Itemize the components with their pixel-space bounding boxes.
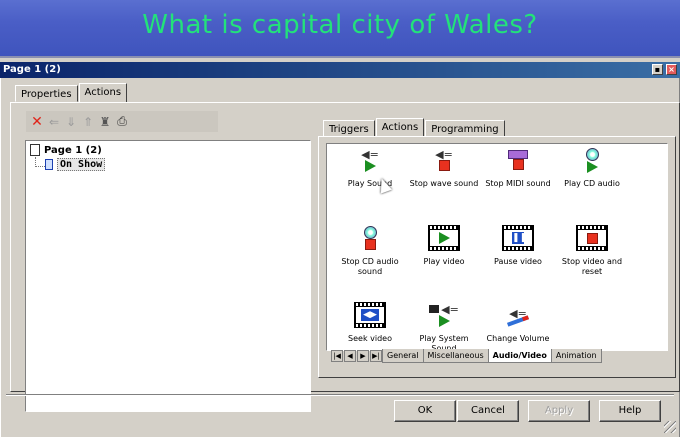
action-label: Change Volume: [486, 334, 550, 343]
category-tabs: |◀ ◀ ▶ ▶| General Miscellaneous Audio/Vi…: [331, 348, 671, 364]
tree-connector: [35, 157, 45, 167]
arrow-up-icon[interactable]: ⇑: [81, 115, 95, 129]
action-play-system-sound[interactable]: ◀= Play System Sound: [406, 299, 482, 354]
action-label: Play Sound: [347, 179, 393, 188]
dialog-window: Properties Actions ✕ ⇐ ⇓ ⇑ ♜ ⎙ Page 1 (2…: [0, 78, 680, 437]
action-label: Stop wave sound: [409, 179, 479, 188]
action-label: Stop MIDI sound: [485, 179, 551, 188]
question-title: What is capital city of Wales?: [142, 10, 538, 40]
minimize-icon[interactable]: ▪: [652, 64, 663, 75]
tree-root-label: Page 1 (2): [44, 144, 102, 156]
resize-grip-icon[interactable]: [664, 421, 676, 433]
cd-stop-icon: [354, 222, 386, 254]
arrow-down-icon[interactable]: ⇓: [64, 115, 78, 129]
action-label: Seek video: [348, 334, 392, 343]
tab-triggers[interactable]: Triggers: [323, 120, 375, 137]
print-icon[interactable]: ⎙: [115, 114, 129, 129]
delete-icon[interactable]: ✕: [30, 114, 44, 130]
tab-audio-video[interactable]: Audio/Video: [487, 349, 552, 363]
main-tabs: Properties Actions: [15, 82, 128, 103]
film-pause-icon: ❚❚: [502, 222, 534, 254]
tab-general[interactable]: General: [382, 349, 424, 363]
action-label: Stop video and reset: [561, 257, 623, 276]
first-tab-icon[interactable]: |◀: [331, 350, 343, 362]
arrow-left-icon[interactable]: ⇐: [47, 115, 61, 129]
action-stop-video[interactable]: Stop video and reset: [554, 222, 630, 277]
action-label: Pause video: [494, 257, 542, 266]
event-icon: [45, 159, 53, 170]
cancel-button[interactable]: Cancel: [457, 400, 519, 422]
film-stop-icon: [576, 222, 608, 254]
action-play-cd[interactable]: Play CD audio: [554, 144, 630, 189]
action-play-video[interactable]: Play video: [406, 222, 482, 267]
action-seek-video[interactable]: ◀▶ Seek video: [332, 299, 408, 344]
action-play-sound[interactable]: ◀= Play Sound: [332, 144, 408, 189]
tree-icon[interactable]: ♜: [98, 115, 112, 129]
tab-programming[interactable]: Programming: [425, 120, 505, 137]
system-sound-icon: ◀=: [428, 299, 460, 331]
tree-item-on-show[interactable]: On Show: [45, 158, 106, 171]
action-label: Stop CD audio sound: [341, 257, 399, 276]
speaker-play-icon: ◀=: [354, 144, 386, 176]
film-play-icon: [428, 222, 460, 254]
prev-tab-icon[interactable]: ◀: [344, 350, 356, 362]
action-pause-video[interactable]: ❚❚ Pause video: [480, 222, 556, 267]
window-titlebar: Page 1 (2) ▪ ×: [0, 62, 680, 78]
last-tab-icon[interactable]: ▶|: [370, 350, 382, 362]
action-tree: Page 1 (2) On Show: [25, 140, 311, 412]
right-tabs: Triggers Actions Programming: [323, 117, 506, 138]
cd-play-icon: [576, 144, 608, 176]
action-label: Play CD audio: [564, 179, 620, 188]
separator: [6, 394, 674, 396]
help-button[interactable]: Help: [599, 400, 661, 422]
next-tab-icon[interactable]: ▶: [357, 350, 369, 362]
action-change-volume[interactable]: ◀= Change Volume: [480, 299, 556, 344]
tab-properties[interactable]: Properties: [15, 85, 78, 102]
action-stop-cd[interactable]: Stop CD audio sound: [332, 222, 408, 277]
volume-icon: ◀=: [502, 299, 534, 331]
tab-actions[interactable]: Actions: [78, 83, 128, 103]
tree-item-label: On Show: [57, 158, 106, 171]
action-stop-midi[interactable]: Stop MIDI sound: [480, 144, 556, 189]
speaker-stop-icon: ◀=: [428, 144, 460, 176]
action-toolbar: ✕ ⇐ ⇓ ⇑ ♜ ⎙: [26, 111, 218, 132]
action-stop-wave[interactable]: ◀= Stop wave sound: [406, 144, 482, 189]
midi-stop-icon: [502, 144, 534, 176]
close-icon[interactable]: ×: [666, 64, 677, 75]
tab-animation[interactable]: Animation: [550, 349, 602, 363]
apply-button[interactable]: Apply: [528, 400, 590, 422]
page-icon: [30, 144, 40, 156]
window-title: Page 1 (2): [3, 64, 61, 75]
ok-button[interactable]: OK: [394, 400, 456, 422]
tree-root[interactable]: Page 1 (2): [30, 144, 102, 156]
action-label: Play video: [423, 257, 465, 266]
question-banner: What is capital city of Wales?: [0, 0, 680, 58]
tab-miscellaneous[interactable]: Miscellaneous: [422, 349, 489, 363]
tab-actions-inner[interactable]: Actions: [375, 118, 425, 138]
film-seek-icon: ◀▶: [354, 299, 386, 331]
